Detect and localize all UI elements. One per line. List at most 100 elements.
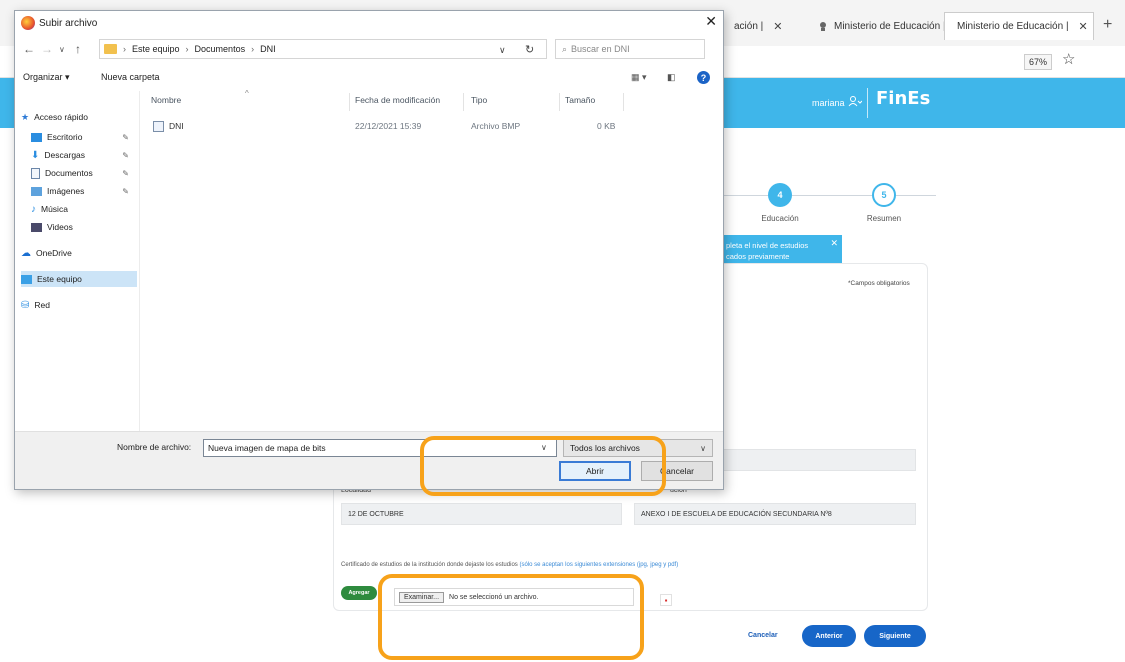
site-logo[interactable]: FinEs (876, 88, 930, 109)
dialog-titlebar[interactable]: Subir archivo (15, 11, 723, 35)
sidebar-item-label: Escritorio (47, 132, 83, 142)
chevron-down-icon: ∨ (700, 443, 706, 453)
zoom-indicator[interactable]: 67% (1024, 54, 1053, 70)
column-header-type[interactable]: Tipo (471, 95, 487, 105)
step-4-label: Educación (761, 214, 799, 223)
header-divider (867, 88, 868, 118)
close-icon[interactable]: ✕ (830, 237, 838, 250)
column-separator[interactable] (349, 93, 350, 111)
sidebar-item-label: OneDrive (36, 248, 72, 258)
delete-icon[interactable]: ▪ (660, 594, 672, 606)
bookmark-star-icon[interactable]: ☆ (1062, 50, 1075, 68)
chevron-down-icon[interactable]: ∨ (499, 45, 506, 56)
sidebar-item-label: Este equipo (37, 274, 82, 284)
required-note: *Campos obligatorios (848, 280, 910, 287)
sidebar-item-musica[interactable]: ♪ Música (31, 201, 137, 217)
column-separator[interactable] (623, 93, 624, 111)
computer-icon (21, 274, 32, 284)
dialog-toolbar: Organizar ▾ Nueva carpeta ▦ ▾ ◧ ? (15, 67, 723, 89)
certificate-instructions: Certificado de estudios de la institució… (341, 562, 678, 568)
sidebar-item-imagenes[interactable]: Imágenes ✎ (31, 183, 137, 199)
file-name[interactable]: DNI (153, 121, 184, 133)
step-connector (792, 195, 872, 196)
breadcrumb-separator: › (251, 44, 255, 54)
sidebar-item-label: Música (41, 204, 68, 214)
sidebar-item-escritorio[interactable]: Escritorio ✎ (31, 129, 137, 145)
ministry-favicon-icon (820, 22, 826, 31)
recent-dropdown-icon[interactable]: ∨ (59, 45, 65, 54)
music-icon: ♪ (31, 203, 36, 215)
download-icon: ⬇ (31, 149, 40, 161)
pin-icon: ✎ (122, 132, 129, 142)
desktop-icon (31, 132, 42, 142)
cancel-link[interactable]: Cancelar (748, 632, 778, 639)
add-button[interactable]: Agregar (341, 586, 377, 600)
search-field[interactable]: ⌕ Buscar en DNI (555, 39, 705, 59)
sidebar-item-label: Descargas (44, 150, 86, 160)
close-icon[interactable]: ✕ (773, 20, 782, 33)
sort-caret-icon: ^ (245, 89, 249, 98)
cloud-icon: ☁ (21, 247, 31, 259)
column-separator[interactable] (559, 93, 560, 111)
sidebar-item-acceso-rapido[interactable]: ★ Acceso rápido (21, 109, 137, 125)
new-folder-button[interactable]: Nueva carpeta (101, 72, 160, 82)
help-icon[interactable]: ? (697, 71, 710, 84)
sidebar-item-label: Documentos (45, 168, 93, 178)
highlight-open-button (420, 436, 666, 496)
forward-arrow-icon[interactable]: → (41, 42, 53, 56)
sidebar-item-label: Red (34, 300, 50, 310)
star-icon: ★ (21, 111, 30, 122)
close-icon[interactable]: ✕ (1079, 20, 1088, 33)
browser-tab-3-active[interactable]: Ministerio de Educación | ✕ (944, 12, 1094, 40)
step-5-indicator: 5 (872, 183, 896, 207)
highlight-file-input (378, 574, 644, 660)
sidebar-item-documentos[interactable]: Documentos ✎ (31, 165, 137, 181)
column-header-size[interactable]: Tamaño (565, 95, 595, 105)
videos-icon (31, 222, 42, 232)
view-options-icon[interactable]: ▦ ▾ (631, 72, 647, 83)
column-header-name[interactable]: Nombre (151, 95, 181, 105)
file-size: 0 KB (597, 121, 616, 131)
sidebar-item-descargas[interactable]: ⬇ Descargas ✎ (31, 147, 137, 163)
browser-tab-1[interactable]: ación | ✕ (728, 12, 789, 40)
sidebar-item-label: Videos (47, 222, 73, 232)
file-name-text: DNI (169, 121, 184, 131)
column-header-date[interactable]: Fecha de modificación (355, 95, 440, 105)
dialog-close-icon[interactable]: ✕ (705, 13, 717, 30)
pictures-icon (31, 186, 42, 196)
localidad-field[interactable]: 12 DE OCTUBRE (341, 503, 622, 525)
firefox-icon (21, 16, 35, 30)
institucion-field[interactable]: ANEXO I DE ESCUELA DE EDUCACIÓN SECUNDAR… (634, 503, 916, 525)
user-icon[interactable] (848, 95, 863, 110)
bmp-file-icon (153, 121, 164, 133)
column-separator[interactable] (463, 93, 464, 111)
preview-pane-icon[interactable]: ◧ (667, 72, 676, 83)
breadcrumb-item[interactable]: Este equipo (132, 44, 180, 54)
new-tab-button[interactable]: + (1103, 16, 1112, 34)
sidebar-item-onedrive[interactable]: ☁ OneDrive (21, 245, 137, 261)
pin-icon: ✎ (122, 186, 129, 196)
breadcrumb-separator: › (123, 44, 126, 54)
breadcrumb-item[interactable]: DNI (260, 44, 276, 54)
certificate-extensions-link[interactable]: (sólo se aceptan los siguientes extensio… (519, 562, 678, 568)
organize-menu[interactable]: Organizar ▾ (23, 72, 70, 83)
tab-label: Ministerio de Educación | (834, 20, 946, 32)
user-name[interactable]: mariana (812, 98, 845, 108)
pin-icon: ✎ (122, 150, 129, 160)
search-icon: ⌕ (562, 43, 568, 54)
address-bar[interactable]: › Este equipo › Documentos › DNI (99, 39, 547, 59)
back-arrow-icon[interactable]: ← (23, 42, 35, 56)
breadcrumb-item[interactable]: Documentos (195, 44, 246, 54)
next-button[interactable]: Siguiente (864, 625, 926, 647)
up-arrow-icon[interactable]: ↑ (75, 42, 81, 56)
refresh-icon[interactable]: ↻ (525, 43, 534, 56)
navigation-row: ← → ∨ ↑ › Este equipo › Documentos › DNI… (15, 37, 723, 63)
sidebar-item-red[interactable]: ⛁ Red (21, 297, 137, 313)
previous-button[interactable]: Anterior (802, 625, 856, 647)
sidebar-item-este-equipo[interactable]: Este equipo (21, 271, 137, 287)
dialog-title: Subir archivo (39, 17, 98, 29)
filename-label: Nombre de archivo: (117, 442, 192, 452)
step-connector (896, 195, 936, 196)
sidebar-item-videos[interactable]: Videos (31, 219, 137, 235)
tab-label: Ministerio de Educación | (957, 21, 1069, 32)
